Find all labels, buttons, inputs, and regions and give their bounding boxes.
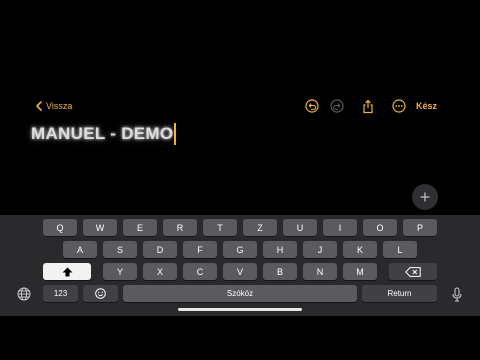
globe-button[interactable] bbox=[16, 286, 32, 302]
home-indicator[interactable] bbox=[178, 308, 302, 311]
key-n[interactable]: N bbox=[303, 263, 337, 280]
chevron-left-icon bbox=[36, 101, 42, 111]
plus-icon bbox=[420, 192, 430, 202]
key-o[interactable]: O bbox=[363, 219, 397, 236]
share-button[interactable] bbox=[360, 98, 376, 114]
add-button[interactable] bbox=[412, 184, 438, 210]
key-a[interactable]: A bbox=[63, 241, 97, 258]
back-label: Vissza bbox=[46, 101, 73, 111]
undo-button[interactable] bbox=[304, 98, 320, 114]
share-icon bbox=[363, 99, 373, 113]
key-l[interactable]: L bbox=[383, 241, 417, 258]
key-q[interactable]: Q bbox=[43, 219, 77, 236]
key-w[interactable]: W bbox=[83, 219, 117, 236]
key-r[interactable]: R bbox=[163, 219, 197, 236]
redo-icon bbox=[330, 99, 344, 113]
key-m[interactable]: M bbox=[343, 263, 377, 280]
key-j[interactable]: J bbox=[303, 241, 337, 258]
key-u[interactable]: U bbox=[283, 219, 317, 236]
emoji-key[interactable] bbox=[83, 285, 118, 302]
back-button[interactable]: Vissza bbox=[36, 96, 72, 116]
more-icon bbox=[392, 99, 406, 113]
more-button[interactable] bbox=[391, 98, 407, 114]
shift-key[interactable] bbox=[43, 263, 91, 280]
text-caret bbox=[174, 123, 176, 145]
key-p[interactable]: P bbox=[403, 219, 437, 236]
key-t[interactable]: T bbox=[203, 219, 237, 236]
emoji-icon bbox=[95, 288, 106, 299]
key-z[interactable]: Z bbox=[243, 219, 277, 236]
key-f[interactable]: F bbox=[183, 241, 217, 258]
key-e[interactable]: E bbox=[123, 219, 157, 236]
key-c[interactable]: C bbox=[183, 263, 217, 280]
key-h[interactable]: H bbox=[263, 241, 297, 258]
done-button[interactable]: Kész bbox=[416, 96, 437, 116]
space-key[interactable]: Szóköz bbox=[123, 285, 357, 302]
microphone-icon bbox=[452, 286, 462, 302]
dictation-button[interactable] bbox=[449, 286, 465, 302]
globe-icon bbox=[17, 287, 31, 301]
delete-key[interactable] bbox=[389, 263, 437, 280]
undo-icon bbox=[305, 99, 319, 113]
key-x[interactable]: X bbox=[143, 263, 177, 280]
note-title-field[interactable]: MANUEL - DEMO bbox=[31, 122, 176, 146]
key-k[interactable]: K bbox=[343, 241, 377, 258]
shift-icon bbox=[62, 267, 72, 276]
delete-icon bbox=[405, 266, 421, 277]
key-d[interactable]: D bbox=[143, 241, 177, 258]
note-title: MANUEL - DEMO bbox=[31, 124, 174, 143]
redo-button[interactable] bbox=[329, 98, 345, 114]
numbers-key[interactable]: 123 bbox=[43, 285, 78, 302]
note-toolbar: Vissza Kész bbox=[0, 96, 480, 116]
return-key[interactable]: Return bbox=[362, 285, 437, 302]
key-y[interactable]: Y bbox=[103, 263, 137, 280]
key-s[interactable]: S bbox=[103, 241, 137, 258]
key-i[interactable]: I bbox=[323, 219, 357, 236]
key-v[interactable]: V bbox=[223, 263, 257, 280]
key-b[interactable]: B bbox=[263, 263, 297, 280]
key-g[interactable]: G bbox=[223, 241, 257, 258]
